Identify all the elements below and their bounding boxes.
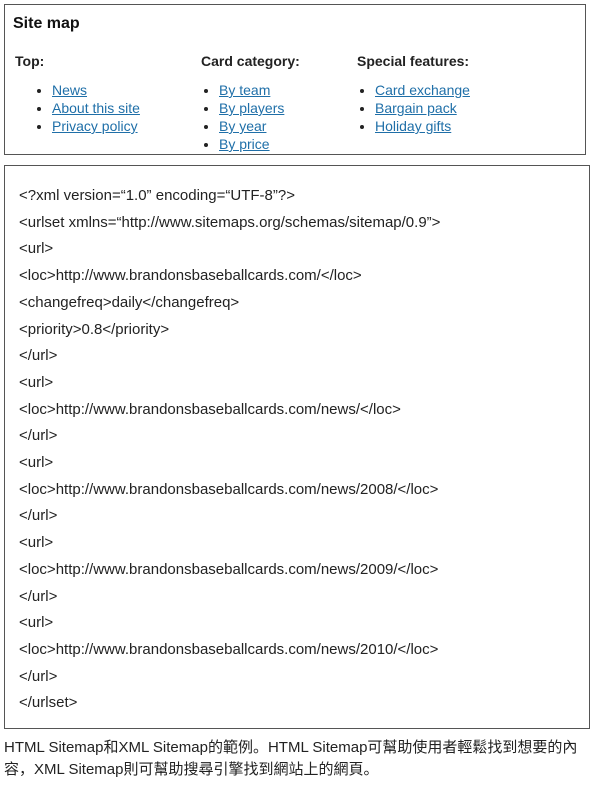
column-heading: Card category: <box>201 53 300 69</box>
list-item: By price <box>219 135 300 153</box>
sitemap-title: Site map <box>13 15 80 32</box>
link-news[interactable]: News <box>52 82 87 98</box>
xml-line: </url> <box>19 667 58 685</box>
xml-line: <urlset xmlns=“http://www.sitemaps.org/s… <box>19 213 441 231</box>
xml-line: <loc>http://www.brandonsbaseballcards.co… <box>19 480 439 498</box>
sitemap-column-top: Top: News About this site Privacy policy <box>15 53 140 135</box>
xml-line: <url> <box>19 614 54 632</box>
xml-sitemap-panel: <?xml version=“1.0” encoding=“UTF-8”?> <… <box>4 165 590 729</box>
xml-line: <loc>http://www.brandonsbaseballcards.co… <box>19 267 362 285</box>
link-holiday-gifts[interactable]: Holiday gifts <box>375 118 451 134</box>
link-privacy[interactable]: Privacy policy <box>52 118 138 134</box>
list-item: By year <box>219 117 300 135</box>
link-by-year[interactable]: By year <box>219 118 266 134</box>
xml-line: </url> <box>19 427 58 445</box>
xml-line: <url> <box>19 373 54 391</box>
link-by-price[interactable]: By price <box>219 136 270 152</box>
link-list: Card exchange Bargain pack Holiday gifts <box>357 81 470 135</box>
link-about[interactable]: About this site <box>52 100 140 116</box>
xml-line: <priority>0.8</priority> <box>19 320 170 338</box>
link-list: By team By players By year By price <box>201 81 300 153</box>
list-item: Privacy policy <box>52 117 140 135</box>
xml-line: <loc>http://www.brandonsbaseballcards.co… <box>19 560 439 578</box>
link-card-exchange[interactable]: Card exchange <box>375 82 470 98</box>
link-bargain-pack[interactable]: Bargain pack <box>375 100 457 116</box>
link-by-players[interactable]: By players <box>219 100 284 116</box>
sitemap-column-special-features: Special features: Card exchange Bargain … <box>357 53 470 135</box>
xml-line: <loc>http://www.brandonsbaseballcards.co… <box>19 640 439 658</box>
figure-caption: HTML Sitemap和XML Sitemap的範例。HTML Sitemap… <box>4 739 578 778</box>
sitemap-column-card-category: Card category: By team By players By yea… <box>201 53 300 153</box>
link-by-team[interactable]: By team <box>219 82 270 98</box>
list-item: News <box>52 81 140 99</box>
html-sitemap-panel: Site map Top: News About this site Priva… <box>4 4 586 155</box>
xml-line: <url> <box>19 534 54 552</box>
xml-line: <changefreq>daily</changefreq> <box>19 293 240 311</box>
xml-line: <loc>http://www.brandonsbaseballcards.co… <box>19 400 401 418</box>
list-item: Holiday gifts <box>375 117 470 135</box>
xml-code-lines: <?xml version=“1.0” encoding=“UTF-8”?> <… <box>19 183 440 717</box>
xml-line: <?xml version=“1.0” encoding=“UTF-8”?> <box>19 187 295 204</box>
xml-line: <url> <box>19 454 54 472</box>
list-item: By players <box>219 99 300 117</box>
xml-line: </url> <box>19 347 58 365</box>
xml-line: </urlset> <box>19 694 78 712</box>
list-item: By team <box>219 81 300 99</box>
list-item: About this site <box>52 99 140 117</box>
link-list: News About this site Privacy policy <box>15 81 140 135</box>
xml-line: </url> <box>19 507 58 525</box>
column-heading: Special features: <box>357 53 470 69</box>
xml-line: <url> <box>19 240 54 258</box>
column-heading: Top: <box>15 53 45 69</box>
list-item: Card exchange <box>375 81 470 99</box>
xml-line: </url> <box>19 587 58 605</box>
list-item: Bargain pack <box>375 99 470 117</box>
